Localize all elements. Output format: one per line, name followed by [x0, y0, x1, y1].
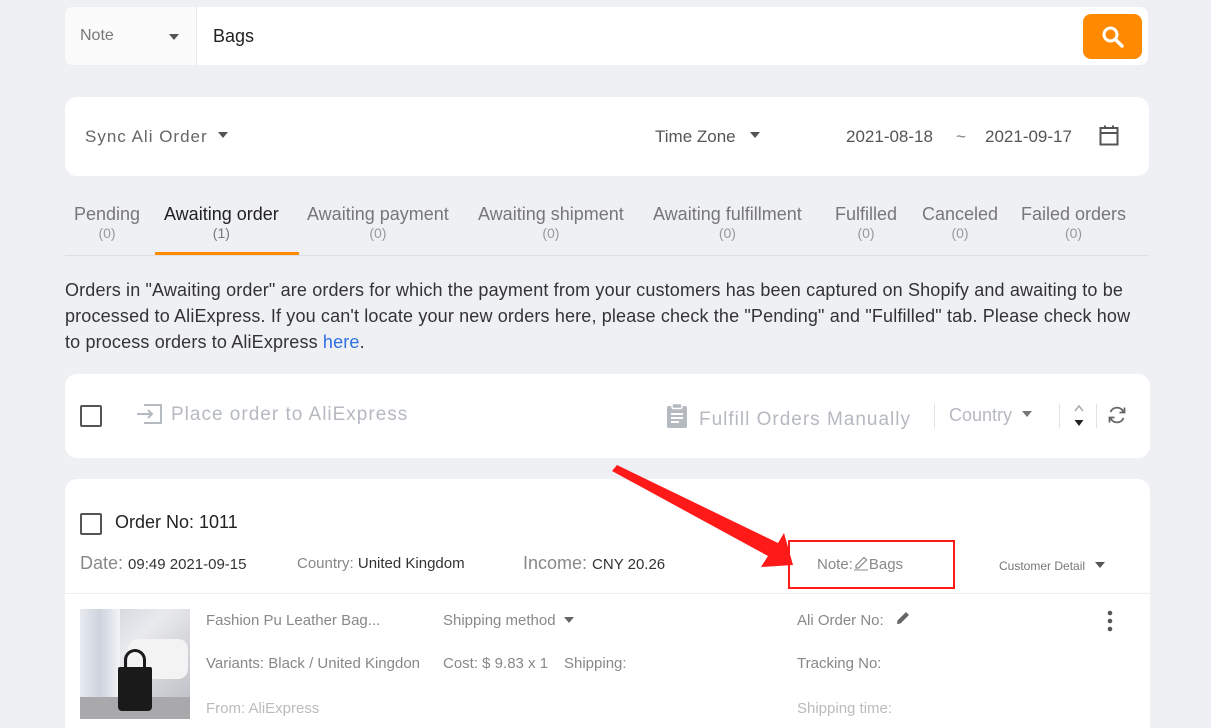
tab-label: Failed orders: [1021, 204, 1127, 224]
description-text: Orders in "Awaiting order" are orders fo…: [65, 280, 1131, 352]
annotation-highlight-box: [788, 540, 955, 589]
fulfill-manually-button[interactable]: Fulfill Orders Manually: [665, 402, 911, 431]
tab-count: (0): [1064, 225, 1083, 241]
place-order-button[interactable]: Place order to AliExpress: [135, 403, 408, 426]
shipping-time: Shipping time:: [797, 700, 893, 717]
date-value: 09:49 2021-09-15: [128, 556, 247, 573]
tab-label: Fulfilled: [835, 204, 898, 224]
caret-down-icon: [169, 34, 179, 40]
tab-count: (1): [212, 225, 230, 241]
fulfill-manually-label: Fulfill Orders Manually: [699, 409, 911, 430]
order-income: Income: CNY 20.26: [523, 553, 665, 574]
tab-fulfilled[interactable]: Fulfilled (0): [835, 204, 897, 241]
shipping-method-label: Shipping method: [443, 612, 556, 629]
product-title[interactable]: Fashion Pu Leather Bag...: [206, 612, 380, 629]
divider: [1059, 404, 1060, 428]
place-order-label: Place order to AliExpress: [171, 404, 409, 425]
order-checkbox[interactable]: [80, 513, 102, 535]
arrow-into-box-icon: [137, 404, 162, 424]
order-card: Order No: 1011 Date: 09:49 2021-09-15 Co…: [65, 479, 1150, 728]
tab-awaiting-fulfillment[interactable]: Awaiting fulfillment (0): [653, 204, 802, 241]
tab-awaiting-order[interactable]: Awaiting order (1): [164, 204, 279, 241]
shipping-method-dropdown[interactable]: Shipping method: [443, 612, 574, 629]
country-key: Country:: [297, 555, 354, 572]
tab-count: (0): [98, 225, 116, 241]
time-zone-dropdown[interactable]: Time Zone: [655, 127, 760, 147]
bulk-action-bar: Place order to AliExpress Fulfill Orders…: [65, 374, 1150, 458]
tab-label: Pending: [74, 204, 141, 224]
edit-icon[interactable]: [896, 610, 911, 625]
order-date: Date: 09:49 2021-09-15: [80, 553, 246, 574]
search-button[interactable]: [1083, 14, 1142, 59]
tab-label: Awaiting shipment: [478, 204, 624, 224]
customer-detail-label: Customer Detail: [999, 559, 1086, 573]
product-source: From: AliExpress: [206, 700, 320, 717]
tab-description: Orders in "Awaiting order" are orders fo…: [65, 277, 1145, 355]
tab-label: Awaiting fulfillment: [653, 204, 802, 224]
order-country: Country: United Kingdom: [297, 555, 465, 572]
customer-detail-dropdown[interactable]: Customer Detail: [999, 559, 1106, 573]
clipboard-icon: [667, 402, 687, 428]
product-variants: Variants: Black / United Kingdon: [206, 655, 421, 672]
divider: [1096, 404, 1097, 428]
tab-label: Awaiting order: [164, 204, 279, 224]
tab-awaiting-shipment[interactable]: Awaiting shipment (0): [478, 204, 624, 241]
search-type-label: Note: [80, 27, 114, 44]
tab-count: (0): [369, 225, 387, 241]
order-number: Order No: 1011: [115, 512, 238, 532]
order-status-tabs: Pending (0) Awaiting order (1) Awaiting …: [65, 200, 1149, 256]
product-image[interactable]: [80, 609, 190, 719]
active-tab-indicator: [155, 252, 299, 255]
more-options-icon[interactable]: [1106, 610, 1114, 632]
caret-down-icon: [1022, 411, 1033, 417]
date-to-input[interactable]: 2021-09-17: [985, 127, 1072, 147]
sync-label: Sync Ali Order: [85, 127, 208, 146]
caret-down-icon: [749, 132, 760, 138]
help-link[interactable]: here: [323, 332, 360, 352]
tab-count: (0): [718, 225, 736, 241]
tab-pending[interactable]: Pending (0): [74, 204, 140, 241]
ali-order-no-label: Ali Order No:: [797, 612, 884, 629]
sync-ali-order-dropdown[interactable]: Sync Ali Order: [85, 127, 228, 147]
caret-down-icon: [217, 132, 228, 138]
search-bar: Note Bags: [65, 7, 1148, 65]
time-zone-label: Time Zone: [655, 127, 736, 146]
divider: [65, 593, 1150, 594]
select-all-checkbox[interactable]: [80, 405, 102, 427]
ali-order-no: Ali Order No:: [797, 612, 884, 629]
tab-label: Awaiting payment: [307, 204, 449, 224]
sort-icon[interactable]: [1073, 403, 1085, 429]
shipping-cost: Shipping:: [564, 655, 627, 672]
description-end: .: [359, 332, 365, 352]
tracking-no: Tracking No:: [797, 655, 882, 672]
income-key: Income:: [523, 553, 588, 573]
caret-down-icon: [1095, 562, 1106, 568]
search-type-select[interactable]: Note: [65, 7, 197, 65]
calendar-icon[interactable]: [1099, 125, 1119, 146]
country-value: United Kingdom: [357, 555, 465, 572]
tab-canceled[interactable]: Canceled (0): [922, 204, 998, 241]
tab-count: (0): [951, 225, 969, 241]
date-key: Date:: [80, 553, 124, 573]
date-separator: ~: [956, 127, 966, 146]
divider: [934, 404, 935, 428]
search-icon: [1102, 26, 1124, 48]
country-dropdown[interactable]: Country: [949, 405, 1033, 426]
tab-awaiting-payment[interactable]: Awaiting payment (0): [307, 204, 449, 241]
search-input[interactable]: Bags: [213, 26, 254, 47]
caret-down-icon: [563, 617, 574, 623]
tab-count: (0): [542, 225, 560, 241]
country-label: Country: [949, 405, 1013, 425]
date-from-input[interactable]: 2021-08-18: [846, 127, 933, 147]
tab-count: (0): [857, 225, 875, 241]
income-value: CNY 20.26: [592, 556, 666, 573]
tab-label: Canceled: [922, 204, 999, 224]
tab-failed-orders[interactable]: Failed orders (0): [1021, 204, 1126, 241]
product-cost: Cost: $ 9.83 x 1: [443, 655, 549, 672]
refresh-icon[interactable]: [1107, 405, 1127, 425]
filter-bar: Sync Ali Order Time Zone 2021-08-18 ~ 20…: [65, 97, 1149, 176]
